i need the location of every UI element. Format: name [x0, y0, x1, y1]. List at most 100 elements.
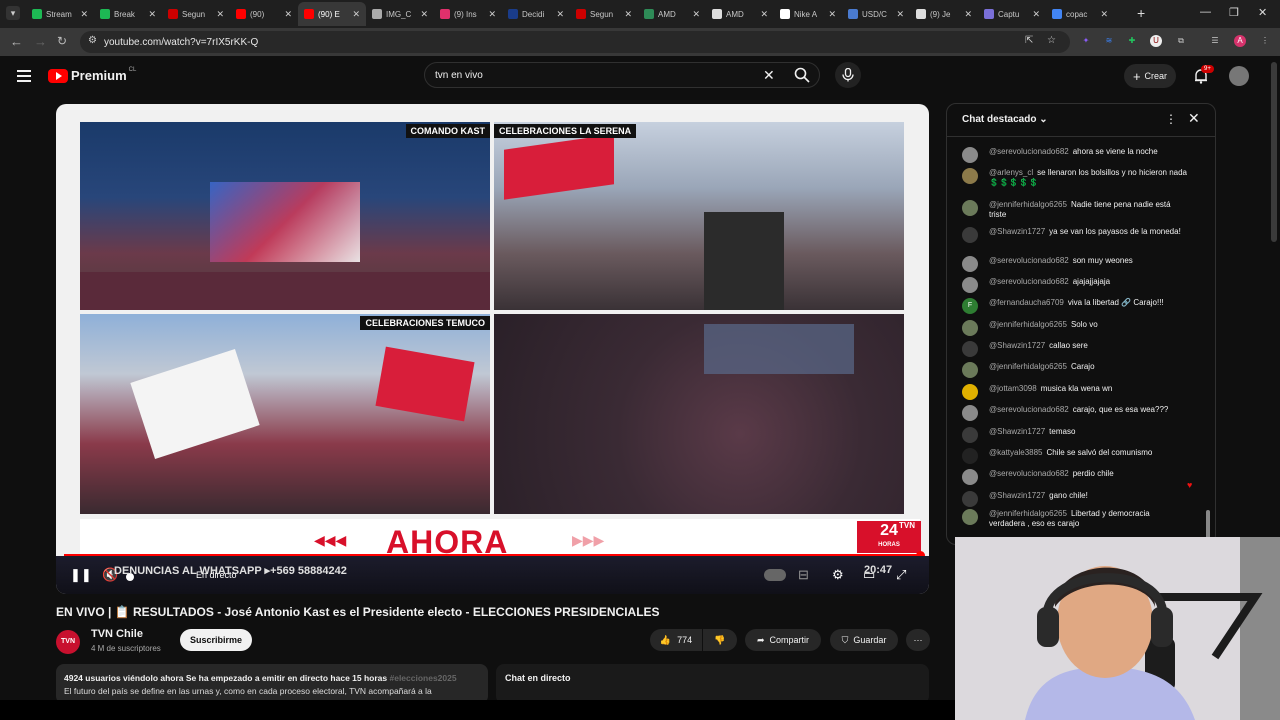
chat-author-name[interactable]: @Shawzin1727	[989, 341, 1045, 350]
chat-author-avatar[interactable]	[962, 227, 978, 243]
chat-scrollbar[interactable]	[1205, 140, 1211, 540]
video-player[interactable]: COMANDO KAST CELEBRACIONES LA SERENA CEL…	[56, 104, 929, 594]
chat-author-name[interactable]: @Shawzin1727	[989, 427, 1045, 436]
settings-gear-icon[interactable]: ⚙	[832, 567, 844, 583]
tab-close-icon[interactable]: ✕	[80, 9, 88, 20]
chat-author-avatar[interactable]	[962, 384, 978, 400]
browser-tab[interactable]: Break ✕	[94, 2, 162, 26]
tab-close-icon[interactable]: ✕	[1032, 9, 1040, 20]
chat-message[interactable]: @serevolucionado682 ajajajjajaja	[962, 277, 1187, 293]
chat-author-avatar[interactable]	[962, 405, 978, 421]
chat-message[interactable]: @jenniferhidalgo6265 Solo vo	[962, 320, 1187, 336]
extensions-puzzle-icon[interactable]: ⧉	[1175, 35, 1187, 47]
youtube-logo[interactable]: Premium CL	[48, 67, 136, 83]
chat-author-name[interactable]: @serevolucionado682	[989, 256, 1069, 265]
tab-close-icon[interactable]: ✕	[216, 9, 224, 20]
browser-tab[interactable]: AMD ✕	[638, 2, 706, 26]
live-indicator[interactable]: En directo	[196, 570, 237, 580]
description-box[interactable]: 4924 usuarios viéndolo ahora Se ha empez…	[56, 664, 488, 704]
browser-tab[interactable]: (90) ✕	[230, 2, 298, 26]
channel-avatar[interactable]: TVN	[56, 630, 80, 654]
chat-message[interactable]: F @fernandaucha6709 viva la libertad 🔗 Car…	[962, 298, 1187, 314]
chat-author-name[interactable]: @jenniferhidalgo6265	[989, 320, 1067, 329]
browser-tab[interactable]: (90) E ✕	[298, 2, 366, 26]
page-scrollbar[interactable]	[1271, 62, 1277, 242]
chat-author-avatar[interactable]	[962, 320, 978, 336]
chat-scroll-thumb[interactable]	[1206, 510, 1210, 540]
profile-avatar[interactable]: A	[1234, 35, 1246, 47]
chat-author-avatar[interactable]	[962, 256, 978, 272]
autoplay-toggle[interactable]	[764, 569, 786, 581]
browser-tab[interactable]: Nike A ✕	[774, 2, 842, 26]
tab-close-icon[interactable]: ✕	[488, 9, 496, 20]
tab-close-icon[interactable]: ✕	[828, 9, 836, 20]
maximize-icon[interactable]: ❐	[1229, 6, 1239, 19]
save-button[interactable]: ⛉ Guardar	[830, 629, 898, 651]
search-box[interactable]: tvn en vivo ✕	[424, 62, 820, 88]
chat-message[interactable]: @Shawzin1727 ya se van los payasos de la …	[962, 227, 1187, 243]
chat-author-avatar[interactable]: F	[962, 298, 978, 314]
dislike-button[interactable]: 👎	[703, 629, 737, 651]
chat-message[interactable]: @jottam3098 musica kla wena wn	[962, 384, 1187, 400]
browser-tab[interactable]: (9) Je ✕	[910, 2, 978, 26]
browser-tab[interactable]: Decidi ✕	[502, 2, 570, 26]
tab-close-icon[interactable]: ✕	[352, 9, 360, 20]
address-bar[interactable]: ⚙ youtube.com/watch?v=7rIX5rKK-Q ⇱ ☆	[80, 31, 1070, 53]
chat-message[interactable]: @serevolucionado682 carajo, que es esa we…	[962, 405, 1187, 421]
chat-message[interactable]: @jenniferhidalgo6265 Libertad y democraci…	[962, 509, 1187, 529]
tab-close-icon[interactable]: ✕	[420, 9, 428, 20]
forward-icon[interactable]: →	[34, 34, 47, 49]
extension-icon-1[interactable]: ✦	[1080, 35, 1092, 47]
tab-close-icon[interactable]: ✕	[624, 9, 632, 20]
bookmark-star-icon[interactable]: ☆	[1047, 35, 1056, 46]
chat-author-avatar[interactable]	[962, 277, 978, 293]
tab-search-button[interactable]: ▾	[6, 6, 20, 20]
chat-options-icon[interactable]: ⋮	[1165, 112, 1177, 126]
chat-close-icon[interactable]: ✕	[1188, 110, 1200, 127]
chat-author-avatar[interactable]	[962, 341, 978, 357]
chat-author-avatar[interactable]	[962, 362, 978, 378]
more-actions-icon[interactable]: ⋯	[906, 629, 930, 651]
subtitles-icon[interactable]: ⊟	[798, 567, 809, 583]
chat-message[interactable]: @Shawzin1727 callao sere	[962, 341, 1187, 357]
like-button[interactable]: 👍 774	[650, 629, 702, 651]
browser-tab[interactable]: USD/C ✕	[842, 2, 910, 26]
browser-tab[interactable]: Stream ✕	[26, 2, 94, 26]
back-icon[interactable]: ←	[10, 34, 23, 49]
site-info-icon[interactable]: ⚙	[88, 35, 97, 46]
chat-message[interactable]: @Shawzin1727 gano chile!	[962, 491, 1187, 507]
browser-tab[interactable]: Captu ✕	[978, 2, 1046, 26]
account-avatar[interactable]	[1229, 66, 1249, 86]
chat-message[interactable]: @arlenys_cl se llenaron los bolsillos y n…	[962, 168, 1187, 188]
tab-close-icon[interactable]: ✕	[1100, 9, 1108, 20]
chat-author-avatar[interactable]	[962, 147, 978, 163]
tab-close-icon[interactable]: ✕	[556, 9, 564, 20]
chat-author-name[interactable]: @fernandaucha6709	[989, 298, 1064, 307]
pause-icon[interactable]: ❚❚	[70, 567, 92, 583]
browser-tab[interactable]: IMG_C ✕	[366, 2, 434, 26]
channel-name[interactable]: TVN Chile	[91, 628, 143, 640]
chat-message[interactable]: @jenniferhidalgo6265 Nadie tiene pena nad…	[962, 200, 1187, 220]
close-window-icon[interactable]: ✕	[1258, 6, 1267, 19]
chat-author-name[interactable]: @Shawzin1727	[989, 491, 1045, 500]
chat-author-name[interactable]: @jenniferhidalgo6265	[989, 509, 1067, 518]
chat-mode-dropdown[interactable]: Chat destacado ⌄	[962, 114, 1048, 125]
voice-search-button[interactable]	[835, 62, 861, 88]
chat-author-name[interactable]: @serevolucionado682	[989, 147, 1069, 156]
chat-author-avatar[interactable]	[962, 448, 978, 464]
chat-author-name[interactable]: @serevolucionado682	[989, 469, 1069, 478]
chat-author-name[interactable]: @jenniferhidalgo6265	[989, 200, 1067, 209]
fullscreen-icon[interactable]: ⤢	[896, 567, 906, 583]
tab-close-icon[interactable]: ✕	[148, 9, 156, 20]
chat-author-avatar[interactable]	[962, 491, 978, 507]
search-button[interactable]	[785, 62, 819, 88]
chat-author-name[interactable]: @Shawzin1727	[989, 227, 1045, 236]
extension-icon-2[interactable]: ≋	[1103, 35, 1115, 47]
ublock-icon[interactable]: U	[1150, 35, 1162, 47]
browser-tab[interactable]: copac ✕	[1046, 2, 1114, 26]
chat-author-avatar[interactable]	[962, 200, 978, 216]
chat-message[interactable]: @serevolucionado682 perdio chile	[962, 469, 1187, 485]
new-tab-button[interactable]: +	[1137, 5, 1145, 21]
chat-author-name[interactable]: @serevolucionado682	[989, 405, 1069, 414]
cast-icon[interactable]: ⇱	[1025, 35, 1033, 46]
